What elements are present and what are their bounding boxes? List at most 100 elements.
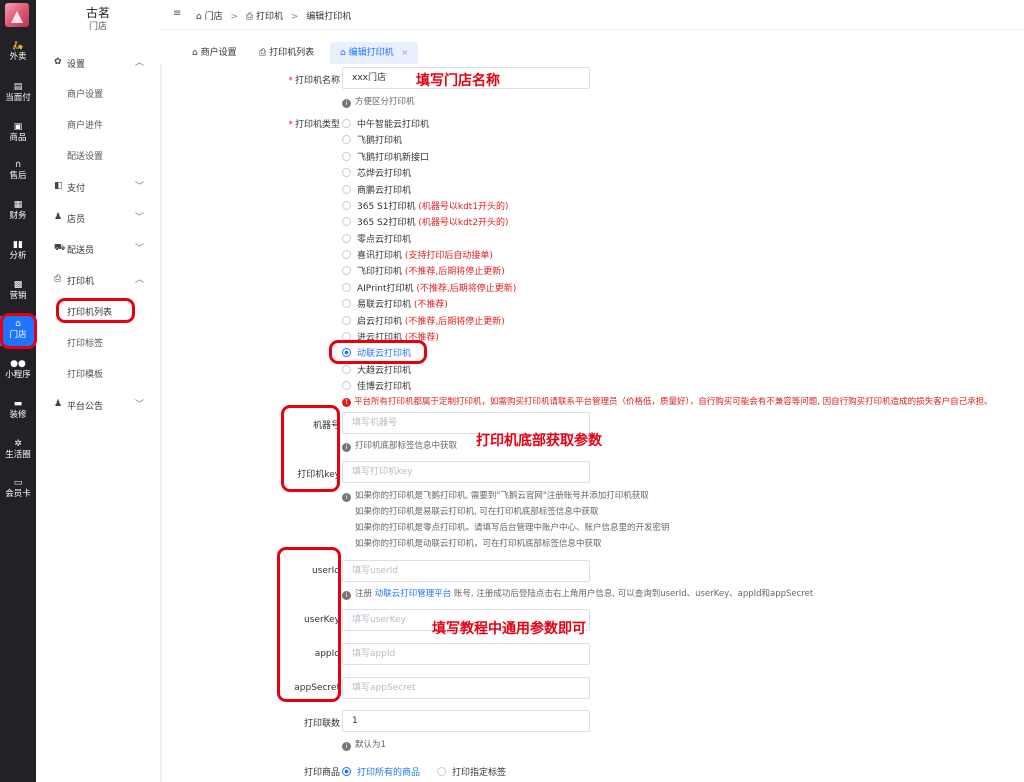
highlight-store-rail	[0, 313, 37, 349]
key-input[interactable]: 填写打印机key	[342, 461, 590, 483]
sn-hint: i 打印机底部标签信息中获取	[342, 439, 457, 452]
printer-type-option[interactable]: 零点云打印机	[342, 232, 411, 245]
nav-group-notice[interactable]: ♟ 平台公告 ﹀	[36, 397, 160, 413]
close-tab-icon[interactable]: ×	[401, 48, 408, 57]
breadcrumb-home[interactable]: 门店	[205, 12, 223, 22]
key-hint: 如果你的打印机是零点打印机。请填写后台管理中账户中心、账户信息里的开发密钥	[355, 523, 670, 533]
rail-label: 售后	[9, 171, 27, 181]
nav-item-delivery-settings[interactable]: 配送设置	[67, 149, 103, 162]
breadcrumb-section[interactable]: 打印机	[256, 12, 283, 22]
key-hint: 如果你的打印机是动联云打印机，可在打印机底部标签信息中获取	[355, 539, 602, 549]
copies-input[interactable]: 1	[342, 710, 590, 732]
rail-item-membercard[interactable]: ▭ 会员卡	[0, 478, 36, 500]
nav-group-settings[interactable]: ✿ 设置 ︿	[36, 55, 160, 71]
tab-label: 打印机列表	[269, 48, 315, 58]
printer-type-option[interactable]: 飞印打印机 (不推荐,后期将停止更新)	[342, 264, 505, 277]
page-tabs: ⌂ 商户设置 ⎙ 打印机列表 ⌂ 编辑打印机 ×	[160, 30, 1024, 64]
copies-hint: i 默认为1	[342, 738, 386, 751]
printer-type-option[interactable]: 大趋云打印机	[342, 363, 411, 376]
chevron-up-icon: ︿	[134, 58, 144, 68]
rail-item-marketing[interactable]: ▩ 营销	[0, 280, 36, 302]
goods-option-tag[interactable]: 打印指定标签	[437, 765, 506, 778]
rail-label: 当面付	[5, 93, 31, 103]
printer-type-option[interactable]: 飞鹅打印机新接口	[342, 150, 429, 163]
store-small-icon: ⌂	[340, 48, 346, 58]
appsecret-input[interactable]: 填写appSecret	[342, 677, 590, 699]
courier-icon: ⛟	[54, 243, 66, 253]
printer-type-option[interactable]: 易联云打印机 (不推荐)	[342, 297, 448, 310]
highlight-selected-printer	[329, 340, 427, 364]
rail-item-pay[interactable]: ▤ 当面付	[0, 82, 36, 104]
rail-item-miniprogram[interactable]: ●● 小程序	[0, 359, 36, 381]
printer-type-option[interactable]: 中午智能云打印机	[342, 117, 429, 130]
nav-group-staff[interactable]: ♟ 店员 ﹀	[36, 210, 160, 226]
app-logo	[5, 3, 29, 27]
printer-type-option[interactable]: 365 S2打印机 (机器号以kdt2开头的)	[342, 215, 509, 228]
nav-group-pay[interactable]: ◧ 支付 ﹀	[36, 179, 160, 195]
lifecircle-icon: ✲	[14, 439, 22, 449]
nav-item-merchant-onboarding[interactable]: 商户进件	[67, 118, 103, 131]
rail-item-finance[interactable]: ▦ 财务	[0, 200, 36, 222]
rail-label: 分析	[9, 251, 27, 261]
aftersale-icon: ∩	[14, 160, 22, 170]
goods-option-all[interactable]: 打印所有的商品	[342, 765, 420, 778]
userid-input[interactable]: 填写userId	[342, 560, 590, 582]
collapse-menu-icon[interactable]: ≡	[173, 8, 181, 19]
breadcrumb-current: 编辑打印机	[306, 12, 352, 22]
nav-item-print-labels[interactable]: 打印标签	[67, 336, 103, 349]
printer-type-option[interactable]: 启云打印机 (不推荐,后期将停止更新)	[342, 314, 505, 327]
printer-type-warning: ! 平台所有打印机都属于定制打印机，如需购买打印机请联系平台管理员（价格低，质量好…	[342, 395, 993, 407]
printer-type-option[interactable]: 飞鹅打印机	[342, 133, 402, 146]
printer-type-option[interactable]: 喜讯打印机 (支持打印后自动接单)	[342, 248, 493, 261]
nav-group-courier[interactable]: ⛟ 配送员 ﹀	[36, 241, 160, 257]
breadcrumb-separator: >	[290, 12, 299, 22]
rail-item-decorate[interactable]: ▬ 装修	[0, 399, 36, 421]
chevron-up-icon: ︿	[134, 275, 144, 285]
analytics-icon: ▮▮	[13, 240, 23, 250]
annotation-tutorial-params: 填写教程中通用参数即可	[432, 621, 586, 637]
notice-icon: ♟	[54, 399, 63, 409]
goods-icon: ▣	[13, 122, 23, 132]
nav-group-label: 设置	[67, 60, 86, 70]
rail-item-takeout[interactable]: 🛵 外卖	[0, 41, 36, 63]
tab-printer-list[interactable]: ⎙ 打印机列表	[259, 42, 314, 64]
printer-icon: ⎙	[54, 274, 62, 284]
copies-label: 打印联数	[303, 719, 340, 729]
printer-type-option[interactable]: 商鹏云打印机	[342, 183, 411, 196]
printer-type-option[interactable]: AIPrint打印机 (不推荐,后期将停止更新)	[342, 281, 516, 294]
appid-input[interactable]: 填写appId	[342, 643, 590, 665]
printer-type-option[interactable]: 365 S1打印机 (机器号以kdt1开头的)	[342, 199, 509, 212]
top-header: ≡ ⌂ 门店 > ⎙ 打印机 > 编辑打印机	[160, 0, 1024, 30]
rail-label: 生活圈	[5, 450, 31, 460]
rail-item-analytics[interactable]: ▮▮ 分析	[0, 240, 36, 262]
app-root: 🛵 外卖 ▤ 当面付 ▣ 商品 ∩ 售后 ▦ 财务 ▮▮ 分析 ▩ 营销 ⌂ 门…	[0, 0, 1024, 782]
nav-group-label: 支付	[67, 184, 86, 194]
decorate-icon: ▬	[13, 399, 23, 409]
printer-type-option[interactable]: 佳博云打印机	[342, 379, 411, 392]
nav-group-printer[interactable]: ⎙ 打印机 ︿	[36, 272, 160, 288]
nav-item-print-templates[interactable]: 打印模板	[67, 367, 103, 380]
rail-label: 外卖	[9, 52, 27, 62]
type-label: * 打印机类型	[288, 120, 340, 130]
chevron-down-icon: ﹀	[134, 213, 144, 223]
printer-type-option[interactable]: 芯烨云打印机	[342, 166, 411, 179]
tab-merchant-settings[interactable]: ⌂ 商户设置	[192, 42, 237, 64]
gear-icon: ✿	[54, 57, 62, 67]
name-hint: i 方便区分打印机	[342, 95, 415, 108]
rail-item-lifecircle[interactable]: ✲ 生活圈	[0, 439, 36, 461]
sub-navigation: 古茗 门店 ✿ 设置 ︿ 商户设置 商户进件 配送设置 ◧ 支付 ﹀ ♟ 店员 …	[36, 0, 160, 782]
goods-label: 打印商品	[303, 768, 340, 778]
store-name: 古茗	[85, 6, 110, 20]
printer-small-icon: ⎙	[245, 12, 254, 22]
nav-group-label: 打印机	[67, 277, 95, 287]
rail-item-aftersale[interactable]: ∩ 售后	[0, 160, 36, 182]
icon-rail: 🛵 外卖 ▤ 当面付 ▣ 商品 ∩ 售后 ▦ 财务 ▮▮ 分析 ▩ 营销 ⌂ 门…	[0, 0, 36, 782]
staff-icon: ♟	[54, 212, 63, 222]
tab-edit-printer[interactable]: ⌂ 编辑打印机 ×	[330, 42, 419, 64]
platform-link[interactable]: 动联云打印管理平台	[375, 589, 452, 599]
membercard-icon: ▭	[13, 478, 23, 488]
rail-label: 装修	[9, 410, 27, 420]
breadcrumb: ⌂ 门店 > ⎙ 打印机 > 编辑打印机	[196, 9, 351, 22]
nav-item-merchant-settings[interactable]: 商户设置	[67, 87, 103, 100]
rail-item-goods[interactable]: ▣ 商品	[0, 122, 36, 144]
